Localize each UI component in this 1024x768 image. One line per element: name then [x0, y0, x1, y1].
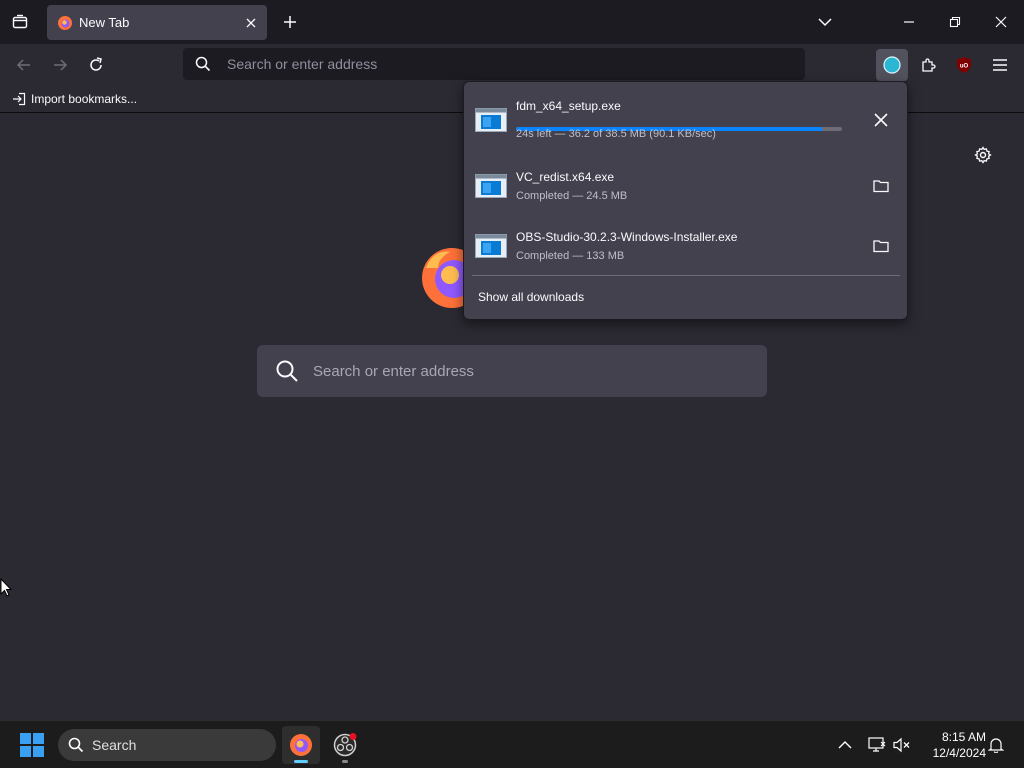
show-all-downloads-button[interactable]: Show all downloads	[478, 290, 584, 304]
firefox-view-icon	[12, 14, 28, 29]
taskbar: Search 8:15 AM 12/4/2024	[0, 720, 1024, 768]
plus-icon	[284, 16, 296, 28]
restore-icon	[949, 16, 961, 28]
search-icon	[195, 56, 211, 72]
show-in-folder-button[interactable]	[869, 234, 893, 258]
restore-button[interactable]	[932, 0, 978, 44]
bell-icon	[988, 738, 1004, 753]
obs-studio-icon	[333, 733, 357, 757]
address-bar[interactable]: Search or enter address	[183, 48, 805, 80]
downloads-divider	[472, 275, 900, 276]
firefox-favicon-icon	[58, 15, 72, 30]
mouse-cursor-icon	[0, 578, 13, 597]
download-filename: VC_redist.x64.exe	[516, 170, 615, 184]
speaker-muted-icon	[893, 737, 910, 753]
download-item[interactable]: OBS-Studio-30.2.3-Windows-Installer.exe …	[464, 216, 907, 276]
navigation-toolbar: Search or enter address uO	[0, 44, 1024, 86]
ublock-shield-icon: uO	[957, 57, 971, 73]
download-status: Completed — 24.5 MB	[516, 190, 628, 202]
network-monitor-icon	[868, 737, 886, 752]
clock-time: 8:15 AM	[941, 730, 986, 744]
ublock-origin-button[interactable]: uO	[948, 49, 980, 81]
taskbar-search-label: Search	[92, 737, 137, 753]
chevron-up-icon	[838, 741, 852, 749]
search-icon	[276, 360, 298, 382]
show-in-folder-button[interactable]	[869, 174, 893, 198]
personalize-settings-button[interactable]	[970, 142, 996, 168]
windows-start-icon[interactable]	[20, 733, 44, 757]
arrow-left-icon	[16, 59, 30, 71]
download-filename: fdm_x64_setup.exe	[516, 99, 621, 113]
download-filename: OBS-Studio-30.2.3-Windows-Installer.exe	[516, 230, 738, 244]
new-tab-search-box[interactable]: Search or enter address	[257, 345, 767, 397]
minimize-icon	[904, 21, 914, 23]
import-bookmarks-label: Import bookmarks...	[31, 92, 138, 106]
list-all-tabs-button[interactable]	[802, 0, 848, 44]
executable-file-icon	[475, 234, 507, 258]
active-app-indicator	[294, 760, 308, 763]
network-status-button[interactable]	[865, 733, 889, 757]
back-button[interactable]	[10, 51, 38, 79]
download-progress-icon	[883, 56, 901, 74]
cancel-icon	[874, 113, 888, 127]
taskbar-search[interactable]: Search	[58, 729, 276, 761]
chevron-down-icon	[818, 18, 832, 27]
system-clock[interactable]: 8:15 AM 12/4/2024	[918, 729, 986, 761]
executable-file-icon	[475, 174, 507, 198]
svg-text:uO: uO	[960, 64, 969, 70]
forward-button[interactable]	[46, 51, 74, 79]
close-icon	[246, 18, 256, 27]
reload-icon	[90, 57, 102, 71]
download-item[interactable]: fdm_x64_setup.exe 24s left — 36.2 of 38.…	[464, 90, 907, 150]
new-tab-search-placeholder: Search or enter address	[313, 362, 474, 380]
import-bookmarks-item[interactable]: Import bookmarks...	[12, 92, 137, 106]
clock-date: 12/4/2024	[932, 746, 986, 760]
reload-button[interactable]	[82, 51, 110, 79]
cancel-download-button[interactable]	[869, 108, 893, 132]
downloads-button[interactable]	[876, 49, 908, 81]
download-status: 24s left — 36.2 of 38.5 MB (90.1 KB/sec)	[516, 128, 716, 140]
download-status: Completed — 133 MB	[516, 250, 625, 262]
volume-button[interactable]	[890, 733, 914, 757]
downloads-panel: fdm_x64_setup.exe 24s left — 36.2 of 38.…	[463, 81, 908, 320]
search-icon	[68, 737, 84, 753]
taskbar-obs-studio[interactable]	[326, 726, 364, 764]
running-app-indicator	[342, 760, 348, 763]
tab-strip: New Tab	[0, 0, 1024, 44]
executable-file-icon	[475, 108, 507, 132]
minimize-button[interactable]	[886, 0, 932, 44]
show-hidden-icons-button[interactable]	[833, 733, 857, 757]
notifications-button[interactable]	[984, 733, 1008, 757]
address-bar-placeholder: Search or enter address	[227, 56, 378, 72]
firefox-icon	[290, 734, 312, 756]
puzzle-piece-icon	[922, 58, 936, 72]
folder-icon	[873, 180, 889, 193]
firefox-view-button[interactable]	[6, 8, 34, 36]
tab-new-tab[interactable]: New Tab	[47, 5, 267, 40]
new-tab-button[interactable]	[278, 8, 302, 36]
arrow-right-icon	[54, 59, 68, 71]
window-close-button[interactable]	[978, 0, 1024, 44]
taskbar-firefox[interactable]	[282, 726, 320, 764]
extensions-button[interactable]	[912, 49, 944, 81]
tab-close-button[interactable]	[239, 11, 263, 35]
close-icon	[995, 16, 1007, 28]
hamburger-menu-icon	[993, 59, 1007, 71]
download-item[interactable]: VC_redist.x64.exe Completed — 24.5 MB	[464, 156, 907, 216]
gear-icon	[974, 146, 992, 164]
tab-title: New Tab	[79, 15, 130, 30]
app-menu-button[interactable]	[984, 49, 1016, 81]
import-icon	[13, 92, 26, 106]
folder-icon	[873, 240, 889, 253]
